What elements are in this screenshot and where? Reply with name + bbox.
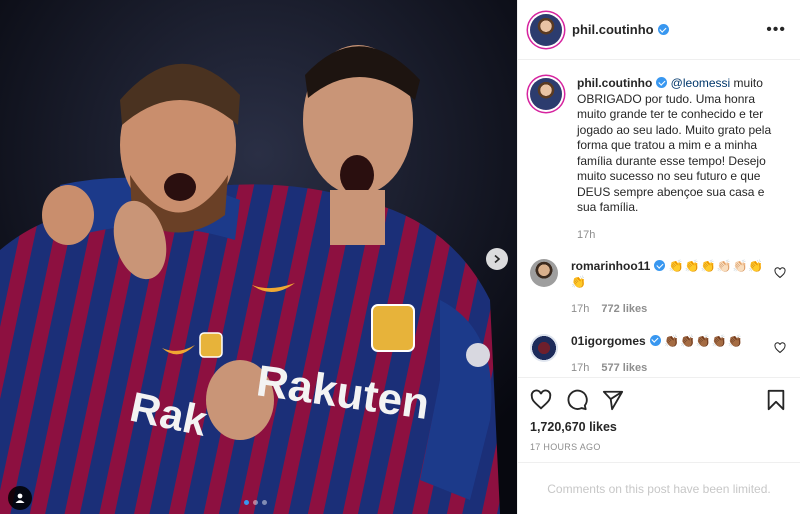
carousel-dots bbox=[244, 500, 267, 505]
comment-text: 👏🏾👏🏾👏🏾👏🏾👏🏾 bbox=[664, 333, 744, 348]
commenter-avatar[interactable] bbox=[530, 259, 558, 287]
comment-likes[interactable]: 772 likes bbox=[601, 302, 647, 318]
caption-avatar[interactable] bbox=[530, 78, 562, 110]
post-photo[interactable]: Rakuten Rak bbox=[0, 0, 517, 514]
comments-list: phil.coutinho @leomessi muito OBRIGADO p… bbox=[518, 60, 800, 377]
post-actions: 1,720,670 likes 17 HOURS AGO bbox=[518, 377, 800, 452]
caption-text: muito OBRIGADO por tudo. Uma honra muito… bbox=[577, 76, 772, 214]
comment-username[interactable]: romarinhoo11 bbox=[571, 259, 650, 273]
comments-limited-notice: Comments on this post have been limited. bbox=[518, 462, 800, 514]
next-arrow-icon[interactable] bbox=[486, 248, 508, 270]
comment-row: romarinhoo11 👏👏👏👏🏻👏🏻👏👏 17h 772 likes bbox=[530, 259, 786, 318]
bookmark-icon[interactable] bbox=[766, 389, 786, 411]
caption-username[interactable]: phil.coutinho bbox=[577, 76, 652, 90]
comment-row: 01igorgomes 👏🏾👏🏾👏🏾👏🏾👏🏾 17h 577 likes bbox=[530, 333, 786, 377]
comment-username[interactable]: 01igorgomes bbox=[571, 334, 646, 348]
heart-icon[interactable] bbox=[530, 389, 552, 411]
verified-icon bbox=[654, 260, 666, 271]
post-time-ago[interactable]: 17 HOURS AGO bbox=[530, 442, 786, 452]
more-icon[interactable]: ••• bbox=[766, 21, 786, 38]
comment-heart-icon[interactable] bbox=[774, 341, 786, 354]
verified-icon bbox=[649, 334, 661, 346]
carousel-dot bbox=[253, 500, 258, 505]
instagram-post: Rakuten Rak phil.coutinho ••• phil.couti… bbox=[0, 0, 800, 514]
caption-row: phil.coutinho @leomessi muito OBRIGADO p… bbox=[530, 76, 786, 243]
tag-user-icon[interactable] bbox=[8, 486, 32, 510]
photo-scene: Rakuten Rak bbox=[0, 0, 517, 514]
comment-time: 17h bbox=[571, 362, 590, 374]
caption-mention[interactable]: @leomessi bbox=[671, 76, 731, 90]
caption-time: 17h bbox=[577, 228, 596, 241]
post-side-panel: phil.coutinho ••• phil.coutinho @leomess… bbox=[517, 0, 800, 514]
comment-heart-icon[interactable] bbox=[774, 267, 786, 279]
carousel-dot bbox=[262, 500, 267, 505]
action-icons bbox=[530, 386, 786, 414]
carousel-dot-active bbox=[244, 500, 249, 505]
likes-count[interactable]: 1,720,670 likes bbox=[530, 420, 786, 434]
comment-likes[interactable]: 577 likes bbox=[601, 361, 647, 377]
author-avatar[interactable] bbox=[530, 13, 562, 46]
commenter-avatar[interactable] bbox=[530, 333, 558, 362]
verified-icon bbox=[656, 77, 668, 88]
comment-time: 17h bbox=[571, 303, 590, 315]
share-icon[interactable] bbox=[602, 389, 624, 411]
post-header: phil.coutinho ••• bbox=[518, 0, 800, 60]
comment-icon[interactable] bbox=[566, 389, 588, 411]
author-username[interactable]: phil.coutinho bbox=[572, 22, 654, 37]
verified-icon bbox=[657, 24, 669, 35]
